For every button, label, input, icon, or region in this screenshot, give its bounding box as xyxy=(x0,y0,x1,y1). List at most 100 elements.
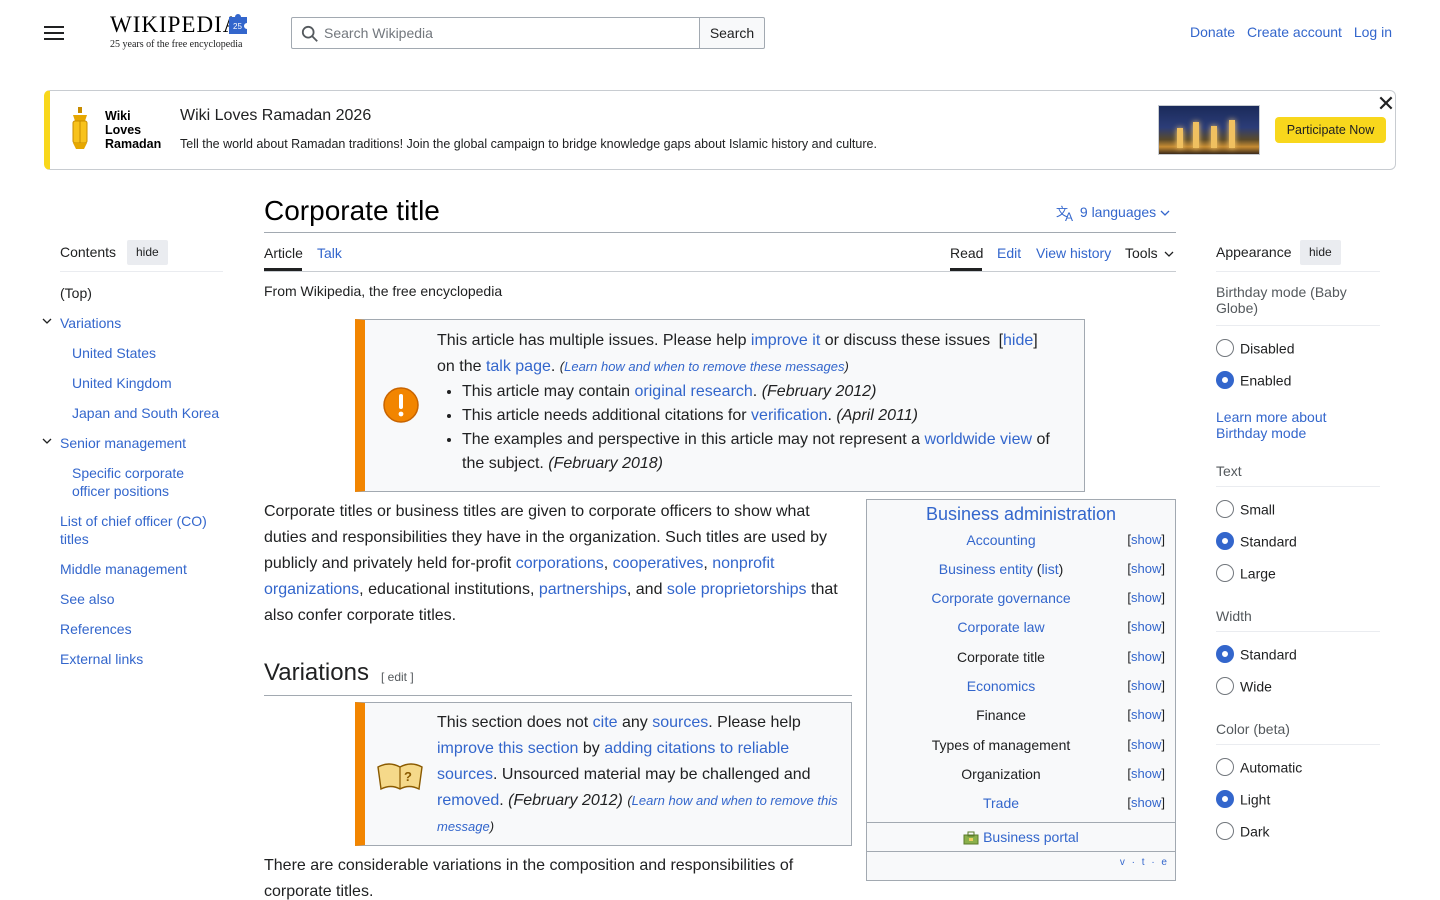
navbox-row-label: Types of management xyxy=(931,737,1071,753)
navbox-show-link[interactable]: show xyxy=(1131,737,1161,752)
toc-item-specific-officer-positions[interactable]: Specific corporate officer positions xyxy=(72,464,202,500)
login-link[interactable]: Log in xyxy=(1354,24,1392,40)
navbox-vte-links[interactable]: v · t · e xyxy=(1120,857,1169,868)
navbox-show-link[interactable]: show xyxy=(1131,619,1161,634)
banner-brand: Wiki Loves Ramadan xyxy=(105,109,162,151)
languages-button[interactable]: 文 A 9 languages xyxy=(1056,204,1170,224)
hide-issues-link[interactable]: hide xyxy=(1003,332,1033,349)
main-menu-button[interactable] xyxy=(40,22,68,44)
learn-remove-messages-link[interactable]: Learn how and when to remove these messa… xyxy=(564,359,844,374)
cite-link[interactable]: cite xyxy=(593,714,618,731)
toc-item-external-links[interactable]: External links xyxy=(60,650,143,668)
tools-menu[interactable]: Tools xyxy=(1125,245,1174,261)
navbox-show-link[interactable]: show xyxy=(1131,707,1161,722)
talk-page-link[interactable]: talk page xyxy=(486,358,551,375)
navbox-show-link[interactable]: show xyxy=(1131,678,1161,693)
toc-item-top[interactable]: (Top) xyxy=(60,284,92,302)
donate-link[interactable]: Donate xyxy=(1190,24,1235,40)
search-button[interactable]: Search xyxy=(699,17,765,49)
navbox-row: Corporate law [show] xyxy=(867,619,1175,641)
tab-article[interactable]: Article xyxy=(264,245,303,261)
width-label: Width xyxy=(1216,608,1252,624)
section-edit-link[interactable]: [ edit ] xyxy=(381,670,414,684)
section-heading-variations: Variations xyxy=(264,659,369,686)
navbox-row: Trade [show] xyxy=(867,795,1175,817)
navbox-show-link[interactable]: show xyxy=(1131,795,1161,810)
tab-talk[interactable]: Talk xyxy=(317,245,342,261)
color-label: Color (beta) xyxy=(1216,721,1290,737)
translate-icon: 文 A xyxy=(1056,204,1073,224)
radio-text-large[interactable]: Large xyxy=(1216,564,1276,584)
removed-link[interactable]: removed xyxy=(437,792,499,809)
svg-text:A: A xyxy=(1065,210,1073,222)
cooperatives-link[interactable]: cooperatives xyxy=(613,555,704,572)
tab-view-history[interactable]: View history xyxy=(1036,245,1111,261)
radio-birthday-enabled[interactable]: Enabled xyxy=(1216,371,1291,391)
original-research-link[interactable]: original research xyxy=(635,383,753,400)
radio-text-small[interactable]: Small xyxy=(1216,500,1275,520)
navbox-row-extra-link[interactable]: list xyxy=(1041,561,1058,577)
navbox-show-link[interactable]: show xyxy=(1131,649,1161,664)
navbox-row-label[interactable]: Business entity xyxy=(939,561,1033,577)
improve-it-link[interactable]: improve it xyxy=(751,332,820,349)
navbox-row: Types of management [show] xyxy=(867,737,1175,759)
toc-item-variations[interactable]: Variations xyxy=(60,314,121,332)
navbox-row-label: Corporate title xyxy=(957,649,1045,665)
navbox-show-link[interactable]: show xyxy=(1131,532,1161,547)
toc-item-middle-management[interactable]: Middle management xyxy=(60,560,187,578)
sources-link[interactable]: sources xyxy=(652,714,708,731)
toc-hide-button[interactable]: hide xyxy=(127,240,168,265)
chevron-down-icon[interactable] xyxy=(42,436,52,446)
navbox-row-label[interactable]: Accounting xyxy=(867,532,1135,548)
navbox-show-link[interactable]: show xyxy=(1131,766,1161,781)
navbox-row-label[interactable]: Corporate law xyxy=(867,619,1135,635)
create-account-link[interactable]: Create account xyxy=(1247,24,1342,40)
navbox-row-label[interactable]: Economics xyxy=(867,678,1135,694)
toc-item-united-kingdom[interactable]: United Kingdom xyxy=(72,374,172,392)
radio-color-light[interactable]: Light xyxy=(1216,790,1270,810)
navbox-row-label[interactable]: Trade xyxy=(867,795,1135,811)
participate-now-button[interactable]: Participate Now xyxy=(1275,117,1386,143)
radio-color-dark[interactable]: Dark xyxy=(1216,822,1270,842)
title-divider xyxy=(264,232,1176,233)
chevron-down-icon xyxy=(1160,210,1170,217)
toc-item-references[interactable]: References xyxy=(60,620,132,638)
radio-width-standard[interactable]: Standard xyxy=(1216,645,1297,665)
search-field[interactable] xyxy=(291,17,700,49)
navbox-show-link[interactable]: show xyxy=(1131,590,1161,605)
radio-width-wide[interactable]: Wide xyxy=(1216,677,1272,697)
tab-edit[interactable]: Edit xyxy=(997,245,1021,261)
partnerships-link[interactable]: partnerships xyxy=(539,581,627,598)
toc-item-chief-officer-titles[interactable]: List of chief officer (CO) titles xyxy=(60,512,215,548)
radio-color-automatic[interactable]: Automatic xyxy=(1216,758,1302,778)
navbox-show-link[interactable]: show xyxy=(1131,561,1161,576)
toc-item-senior-management[interactable]: Senior management xyxy=(60,434,186,452)
business-portal-link[interactable]: Business portal xyxy=(983,829,1079,845)
birthday-learn-more-link[interactable]: Learn more about Birthday mode xyxy=(1216,409,1380,441)
toc-title: Contents xyxy=(60,244,117,260)
logo-tagline: 25 years of the free encyclopedia xyxy=(110,39,243,50)
radio-birthday-disabled[interactable]: Disabled xyxy=(1216,339,1294,359)
navbox-row: Finance [show] xyxy=(867,707,1175,729)
tab-read[interactable]: Read xyxy=(950,245,983,261)
close-icon[interactable]: ✕ xyxy=(1376,93,1396,115)
issue-item: This article needs additional citations … xyxy=(462,404,1057,428)
radio-text-standard[interactable]: Standard xyxy=(1216,532,1297,552)
appearance-hide-button[interactable]: hide xyxy=(1300,240,1341,265)
toc-item-united-states[interactable]: United States xyxy=(72,344,156,362)
navbox-row-label[interactable]: Corporate governance xyxy=(867,590,1135,606)
verification-link[interactable]: verification xyxy=(751,407,827,424)
puzzle-globe-25-icon: 25 xyxy=(229,14,247,34)
improve-section-link[interactable]: improve this section xyxy=(437,740,578,757)
navbox-title[interactable]: Business administration xyxy=(867,504,1175,525)
corporations-link[interactable]: corporations xyxy=(516,555,604,572)
section-divider xyxy=(264,695,852,696)
search-input[interactable] xyxy=(324,18,694,48)
toc-item-see-also[interactable]: See also xyxy=(60,590,114,608)
toc-item-japan-korea[interactable]: Japan and South Korea xyxy=(72,404,219,422)
worldwide-view-link[interactable]: worldwide view xyxy=(924,431,1032,448)
multiple-issues-box: This article has multiple issues. Please… xyxy=(355,319,1085,492)
sole-proprietorships-link[interactable]: sole proprietorships xyxy=(667,581,807,598)
navbox-row-label: Organization xyxy=(961,766,1041,782)
chevron-down-icon[interactable] xyxy=(42,316,52,326)
